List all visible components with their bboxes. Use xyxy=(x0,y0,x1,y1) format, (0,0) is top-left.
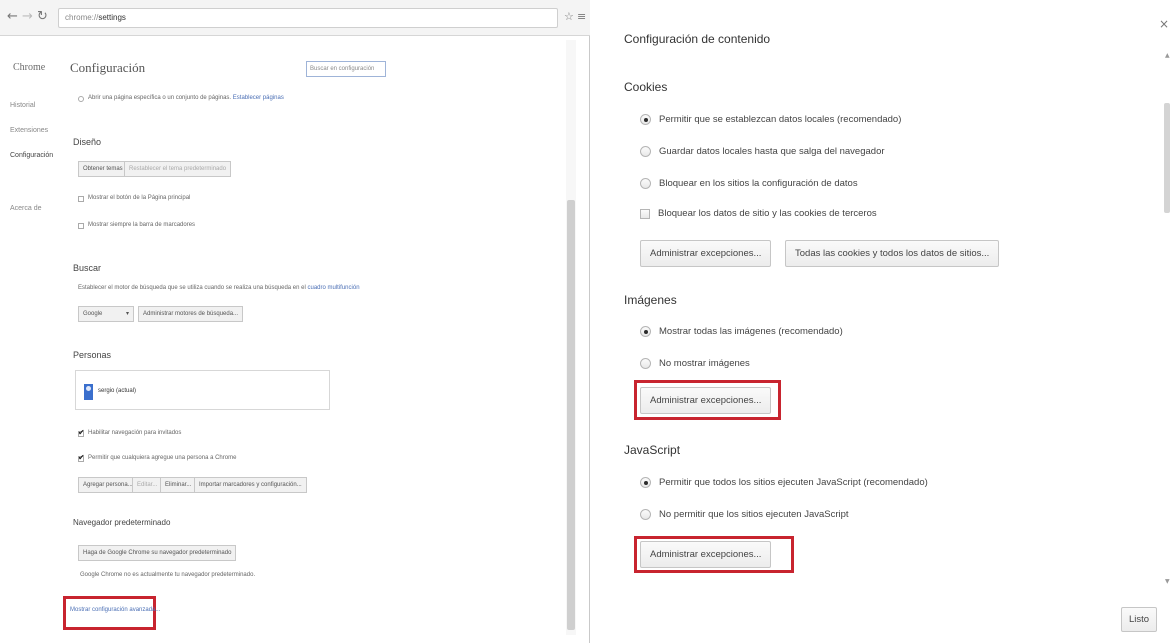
reload-icon[interactable]: ↻ xyxy=(37,8,48,26)
page-title: Configuración xyxy=(70,60,146,75)
cookies-manage-exceptions-button[interactable]: Administrar excepciones... xyxy=(640,240,772,267)
radio-checked-icon[interactable] xyxy=(640,477,651,488)
browser-window: ← → ↻ chrome://settings ☆ ≡ Chrome Histo… xyxy=(0,0,590,643)
get-themes-button[interactable]: Obtener temas xyxy=(78,161,128,177)
browser-toolbar: ← → ↻ chrome://settings ☆ ≡ xyxy=(0,0,590,36)
javascript-manage-exceptions-button[interactable]: Administrar excepciones... xyxy=(640,541,772,568)
scroll-down-icon[interactable]: ▼ xyxy=(1165,578,1170,585)
make-default-browser-button[interactable]: Haga de Google Chrome su navegador prede… xyxy=(78,545,237,561)
all-cookies-button[interactable]: Todas las cookies y todos los datos de s… xyxy=(785,240,1000,267)
radio-icon[interactable] xyxy=(640,358,651,369)
cookies-option-session[interactable]: Guardar datos locales hasta que salga de… xyxy=(640,146,885,160)
cookies-option-session-label: Guardar datos locales hasta que salga de… xyxy=(659,146,885,157)
cookies-option-allow-label: Permitir que se establezcan datos locale… xyxy=(659,114,902,125)
allow-add-person-checkbox[interactable] xyxy=(78,453,85,462)
images-heading: Imágenes xyxy=(624,293,677,307)
sidebar-item-extensions[interactable]: Extensiones xyxy=(10,127,48,134)
checkbox-icon[interactable] xyxy=(640,208,650,219)
address-bar[interactable]: chrome://settings xyxy=(58,8,558,28)
cookies-heading: Cookies xyxy=(624,80,668,94)
cookies-option-block-label: Bloquear en los sitios la configuración … xyxy=(659,178,858,189)
search-description: Establecer el motor de búsqueda que se u… xyxy=(78,285,360,291)
appearance-heading: Diseño xyxy=(73,137,102,147)
images-option-hide-label: No mostrar imágenes xyxy=(659,358,750,369)
show-home-checkbox[interactable] xyxy=(78,196,84,202)
guest-browsing-checkbox[interactable] xyxy=(78,428,85,437)
images-option-show-label: Mostrar todas las imágenes (recomendado) xyxy=(659,326,843,337)
star-icon[interactable]: ☆ xyxy=(564,8,574,26)
back-icon[interactable]: ← xyxy=(7,8,18,26)
images-manage-exceptions-button[interactable]: Administrar excepciones... xyxy=(640,387,772,414)
sidebar-title: Chrome xyxy=(13,62,46,73)
scrollbar-thumb[interactable] xyxy=(567,200,575,630)
sidebar-item-history[interactable]: Historial xyxy=(10,102,35,109)
guest-browsing-label: Habilitar navegación para invitados xyxy=(88,430,182,436)
manage-search-engines-button[interactable]: Administrar motores de búsqueda... xyxy=(138,306,244,322)
highlight-advanced-link xyxy=(63,596,156,630)
cookies-option-allow[interactable]: Permitir que se establezcan datos locale… xyxy=(640,114,901,128)
search-engine-select[interactable]: Google ▾ xyxy=(78,306,134,322)
scrollbar-thumb[interactable] xyxy=(1164,103,1170,213)
radio-icon[interactable] xyxy=(640,178,651,189)
startup-pages-link[interactable]: Establecer páginas xyxy=(233,95,284,101)
import-bookmarks-button[interactable]: Importar marcadores y configuración... xyxy=(194,477,307,493)
people-heading: Personas xyxy=(73,350,112,360)
profile-name: sergio (actual) xyxy=(98,388,137,394)
delete-person-button[interactable]: Eliminar... xyxy=(160,477,197,493)
cookies-option-third-party[interactable]: Bloquear los datos de sitio y las cookie… xyxy=(640,208,877,222)
edit-person-button[interactable]: Editar... xyxy=(132,477,163,493)
show-bookmarks-checkbox[interactable] xyxy=(78,223,84,229)
dialog-title: Configuración de contenido xyxy=(624,32,771,46)
omnibox-link[interactable]: cuadro multifunción xyxy=(308,285,360,291)
scroll-up-icon[interactable]: ▲ xyxy=(1165,52,1170,59)
javascript-option-block[interactable]: No permitir que los sitios ejecuten Java… xyxy=(640,509,849,523)
settings-search-input[interactable]: Buscar en configuración xyxy=(306,61,386,77)
sidebar-item-settings[interactable]: Configuración xyxy=(10,152,53,159)
startup-text: Abrir una página específica o un conjunt… xyxy=(88,95,232,101)
radio-icon[interactable] xyxy=(640,146,651,157)
show-bookmarks-label: Mostrar siempre la barra de marcadores xyxy=(88,222,196,228)
show-home-label: Mostrar el botón de la Página principal xyxy=(88,195,191,201)
javascript-option-block-label: No permitir que los sitios ejecuten Java… xyxy=(659,509,849,520)
allow-add-person-label: Permitir que cualquiera agregue una pers… xyxy=(88,455,237,461)
url-page: settings xyxy=(98,13,126,22)
images-option-hide[interactable]: No mostrar imágenes xyxy=(640,358,750,372)
avatar xyxy=(84,384,93,400)
default-browser-status: Google Chrome no es actualmente tu naveg… xyxy=(80,572,256,578)
images-option-show[interactable]: Mostrar todas las imágenes (recomendado) xyxy=(640,326,843,340)
javascript-option-allow-label: Permitir que todos los sitios ejecuten J… xyxy=(659,477,928,488)
dialog-scrollbar[interactable] xyxy=(1163,58,1171,588)
startup-option: Abrir una página específica o un conjunt… xyxy=(88,95,284,101)
close-icon[interactable]: × xyxy=(1159,17,1169,31)
search-engine-value: Google xyxy=(83,311,103,317)
radio-checked-icon[interactable] xyxy=(640,326,651,337)
cookies-option-third-party-label: Bloquear los datos de sitio y las cookie… xyxy=(658,208,877,219)
radio-checked-icon[interactable] xyxy=(640,114,651,125)
search-heading: Buscar xyxy=(73,263,102,273)
add-person-button[interactable]: Agregar persona... xyxy=(78,477,138,493)
page-scrollbar[interactable] xyxy=(566,40,576,635)
radio-icon[interactable] xyxy=(640,509,651,520)
dropdown-arrow-icon: ▾ xyxy=(125,310,129,317)
url-prefix: chrome:// xyxy=(65,13,99,22)
startup-radio[interactable] xyxy=(78,96,84,102)
forward-icon[interactable]: → xyxy=(22,8,33,26)
show-advanced-settings-link[interactable]: Mostrar configuración avanzada... xyxy=(70,607,160,613)
menu-icon[interactable]: ≡ xyxy=(577,8,586,26)
cookies-option-block[interactable]: Bloquear en los sitios la configuración … xyxy=(640,178,858,192)
sidebar-item-about[interactable]: Acerca de xyxy=(10,205,42,212)
done-button[interactable]: Listo xyxy=(1121,607,1158,632)
default-browser-heading: Navegador predeterminado xyxy=(73,518,171,527)
javascript-option-allow[interactable]: Permitir que todos los sitios ejecuten J… xyxy=(640,477,928,491)
search-description-text: Establecer el motor de búsqueda que se u… xyxy=(78,285,306,291)
javascript-heading: JavaScript xyxy=(624,443,681,457)
reset-theme-button[interactable]: Restablecer el tema predeterminado xyxy=(124,161,232,177)
content-settings-dialog: Configuración de contenido × Cookies Per… xyxy=(600,0,1171,643)
profile-list[interactable]: sergio (actual) xyxy=(75,370,330,410)
